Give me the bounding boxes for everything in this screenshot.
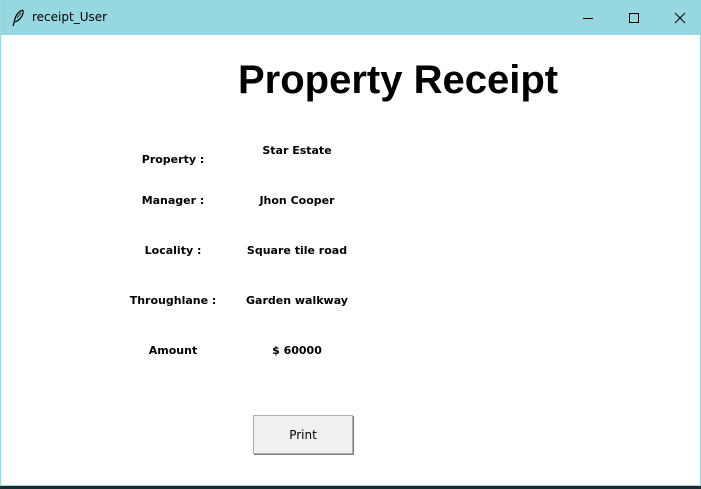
- manager-value: Jhon Cooper: [259, 194, 335, 207]
- close-button[interactable]: [657, 0, 701, 35]
- print-button[interactable]: Print: [253, 415, 353, 454]
- title-bar[interactable]: receipt_User: [1, 0, 701, 35]
- feather-icon: [11, 9, 27, 27]
- amount-value: $ 60000: [272, 344, 322, 357]
- locality-value: Square tile road: [246, 244, 348, 257]
- property-value: Star Estate: [262, 144, 332, 157]
- maximize-icon: [629, 13, 639, 23]
- locality-label: Locality :: [144, 244, 202, 257]
- page-title: Property Receipt: [238, 58, 559, 102]
- close-icon: [674, 12, 686, 24]
- window-title: receipt_User: [32, 10, 108, 24]
- amount-label: Amount: [148, 344, 198, 357]
- receipt-window: receipt_User Property Receipt Property :…: [0, 0, 701, 486]
- throughlane-value: Garden walkway: [246, 294, 348, 307]
- maximize-button[interactable]: [611, 0, 657, 35]
- throughlane-label: Throughlane :: [129, 294, 217, 307]
- property-label: Property :: [141, 153, 205, 166]
- manager-label: Manager :: [141, 194, 205, 207]
- minimize-button[interactable]: [565, 0, 611, 35]
- minimize-icon: [583, 18, 593, 19]
